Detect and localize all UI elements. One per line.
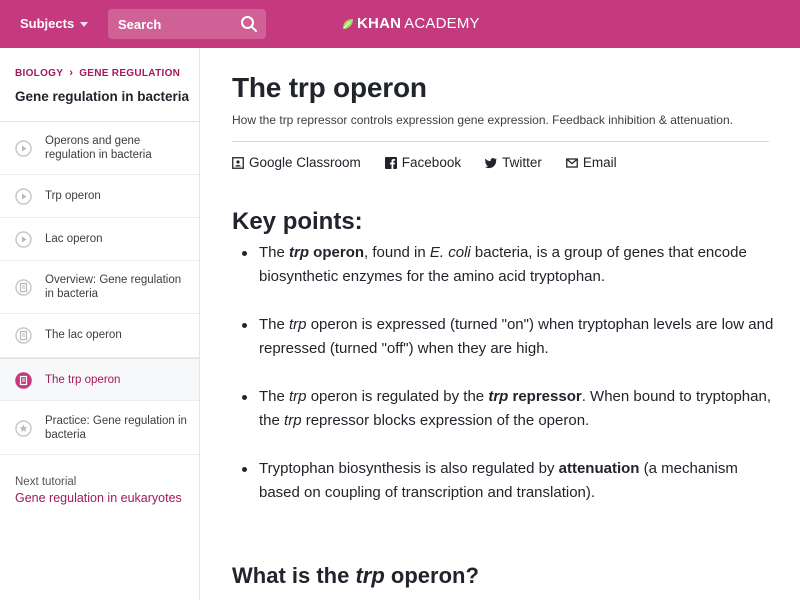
search-input[interactable] (108, 9, 236, 39)
text-run: repressor (508, 388, 582, 405)
chevron-right-icon: › (69, 67, 74, 79)
leaf-icon (343, 18, 353, 29)
text-run: trp (488, 388, 509, 405)
google-classroom-share-button[interactable]: Google Classroom (232, 155, 361, 170)
breadcrumb: BIOLOGY › GENE REGULATION (15, 67, 180, 79)
sidebar-item-trp-operon-article[interactable]: The trp operon (0, 358, 199, 401)
section-heading: What is the trp operon? (232, 563, 479, 589)
list-item: The trp operon is regulated by the trp r… (232, 385, 777, 433)
text-run: operon is regulated by the (306, 388, 489, 405)
share-label: Google Classroom (249, 155, 361, 170)
search-box (108, 9, 266, 39)
text-run: E. coli (429, 244, 471, 261)
twitter-icon (485, 157, 497, 168)
sidebar-item-operons-video[interactable]: Operons and gene regulation in bacteria (0, 122, 199, 175)
top-nav-bar: Subjects KHANACADEMY (0, 0, 800, 48)
text-run: Tryptophan biosynthesis is also regulate… (259, 460, 559, 477)
logo-khan-text: KHAN (357, 15, 402, 32)
text-run: operon (309, 244, 365, 261)
envelope-icon (565, 157, 578, 168)
twitter-share-button[interactable]: Twitter (485, 155, 542, 170)
text-run: operon? (384, 563, 479, 588)
text-run: trp (289, 388, 307, 405)
text-run: operon is expressed (turned "on") when t… (259, 316, 774, 357)
text-run: , found in (364, 244, 430, 261)
text-run: The (259, 316, 290, 333)
play-circle-icon (15, 231, 32, 248)
text-run: repressor blocks expression of the opero… (301, 412, 590, 429)
list-item: The trp operon is expressed (turned "on"… (232, 313, 777, 361)
facebook-icon (384, 156, 397, 169)
sidebar-item-practice[interactable]: Practice: Gene regulation in bacteria (0, 401, 199, 455)
key-points-list: The trp operon, found in E. coli bacteri… (232, 241, 777, 529)
facebook-share-button[interactable]: Facebook (384, 155, 462, 170)
logo-academy-text: ACADEMY (404, 15, 480, 32)
list-item: Tryptophan biosynthesis is also regulate… (232, 457, 777, 505)
share-label: Email (582, 155, 617, 170)
sidebar-item-label: Overview: Gene regulation in bacteria (45, 274, 182, 300)
text-run: The (259, 244, 290, 261)
tutorial-title[interactable]: Gene regulation in bacteria (15, 89, 189, 104)
breadcrumb-gene-regulation[interactable]: GENE REGULATION (79, 68, 180, 79)
article-icon (15, 327, 32, 344)
chevron-down-icon (80, 21, 89, 27)
khan-academy-logo[interactable]: KHAN ACADEMY (342, 15, 480, 32)
sidebar-item-label: Lac operon (45, 233, 103, 245)
page-title: The trp operon (232, 72, 427, 103)
share-label: Twitter (502, 155, 542, 170)
divider (232, 141, 769, 142)
sidebar-item-trp-operon-video[interactable]: Trp operon (0, 175, 199, 218)
sidebar-item-label: Practice: Gene regulation in bacteria (45, 415, 187, 441)
article-subtitle: How the trp repressor controls expressio… (232, 113, 733, 127)
sidebar-item-label: The lac operon (45, 329, 122, 341)
subjects-menu-button[interactable]: Subjects (20, 16, 89, 31)
text-run: trp (284, 412, 302, 429)
share-bar: Google Classroom Facebook Twitter Email (232, 155, 641, 170)
star-icon (15, 420, 32, 437)
article-icon (15, 279, 32, 296)
share-label: Facebook (401, 155, 462, 170)
play-circle-icon (15, 188, 32, 205)
sidebar-item-lac-operon-article[interactable]: The lac operon (0, 314, 199, 358)
sidebar-item-overview-article[interactable]: Overview: Gene regulation in bacteria (0, 261, 199, 314)
text-run: trp (289, 244, 310, 261)
sidebar-item-lac-operon-video[interactable]: Lac operon (0, 218, 199, 261)
next-tutorial-link[interactable]: Gene regulation in eukaryotes (15, 491, 190, 505)
text-run: attenuation (558, 460, 640, 477)
key-points-heading: Key points: (232, 208, 363, 235)
sidebar-item-label: Operons and gene regulation in bacteria (45, 135, 152, 161)
play-circle-icon (15, 140, 32, 157)
next-tutorial-label: Next tutorial (15, 476, 77, 488)
list-item: The trp operon, found in E. coli bacteri… (232, 241, 777, 289)
breadcrumb-biology[interactable]: BIOLOGY (15, 68, 63, 79)
search-icon[interactable] (240, 15, 258, 33)
google-classroom-icon (232, 156, 244, 169)
sidebar-item-label: Trp operon (45, 190, 101, 202)
text-run: trp (289, 316, 307, 333)
subjects-label: Subjects (20, 16, 75, 31)
text-run: trp (355, 563, 385, 588)
article-icon (15, 372, 32, 389)
sidebar-item-label: The trp operon (45, 374, 121, 386)
text-run: What is the (232, 563, 356, 588)
text-run: The (259, 388, 290, 405)
email-share-button[interactable]: Email (565, 155, 617, 170)
tutorial-sidebar: BIOLOGY › GENE REGULATION Gene regulatio… (0, 48, 200, 600)
